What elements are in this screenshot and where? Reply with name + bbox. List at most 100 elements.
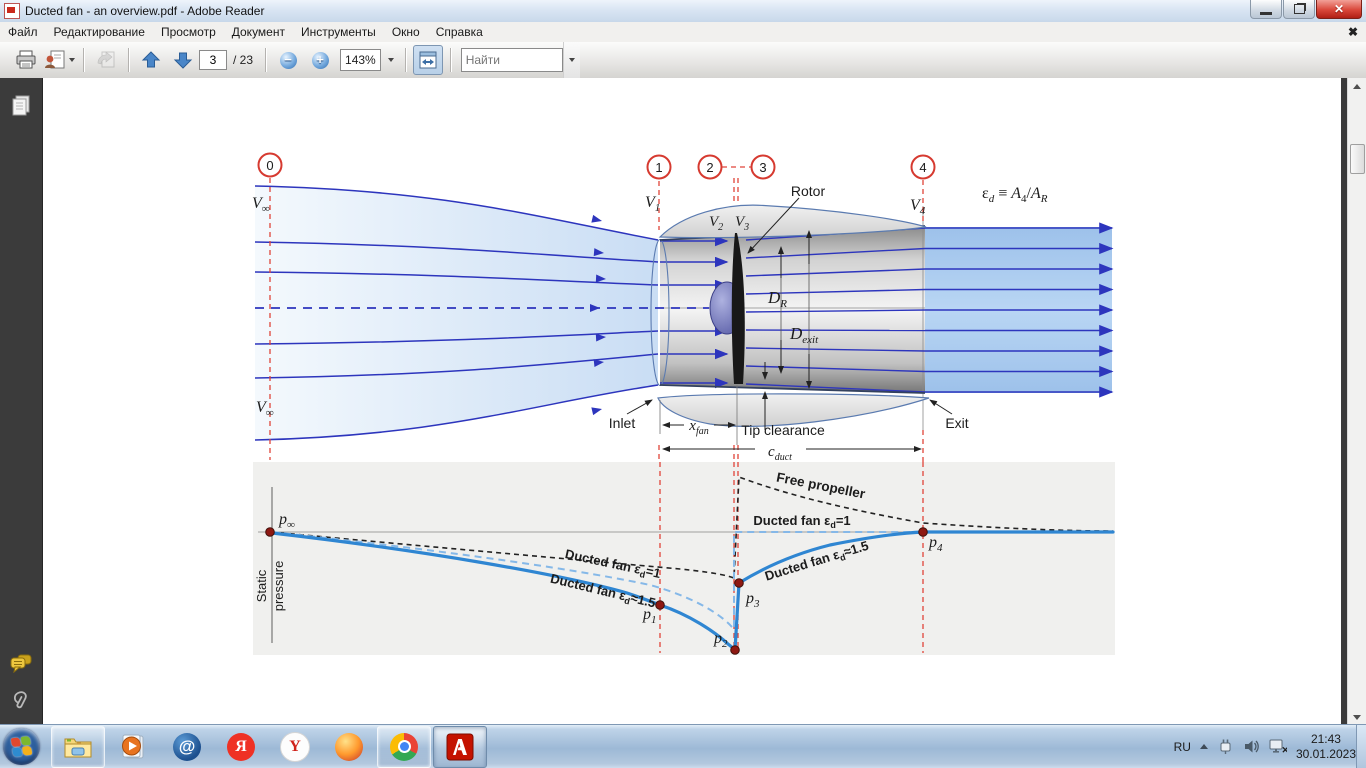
clock[interactable]: 21:43 30.01.2023 — [1296, 732, 1356, 762]
taskbar-firefox-button[interactable] — [323, 727, 375, 767]
search-input[interactable] — [462, 53, 562, 67]
menu-tools[interactable]: Инструменты — [293, 23, 384, 41]
windows-logo-icon — [11, 736, 32, 757]
comments-icon — [9, 653, 33, 673]
mailru-agent-icon: @ — [173, 733, 201, 761]
page-count-label: / 23 — [233, 53, 253, 67]
close-icon: ✕ — [1334, 3, 1344, 15]
v1-label: V1 — [645, 194, 660, 214]
adobe-reader-icon — [446, 733, 474, 761]
y-axis-label-1: Static — [254, 569, 269, 602]
pressure-plot-background — [253, 462, 1115, 655]
zoom-dropdown-button[interactable] — [382, 45, 398, 75]
taskbar-mailru-button[interactable]: @ — [161, 727, 213, 767]
printer-icon — [15, 50, 37, 70]
vertical-scrollbar[interactable] — [1347, 78, 1366, 725]
svg-text:0: 0 — [266, 158, 273, 173]
zoom-dropdown-caret — [388, 58, 394, 62]
zoom-in-icon: + — [312, 52, 329, 69]
scrollbar-thumb[interactable] — [1350, 144, 1365, 174]
document-page: 0 1 2 3 4 — [43, 78, 1341, 725]
menu-view[interactable]: Просмотр — [153, 23, 224, 41]
menu-bar: Файл Редактирование Просмотр Документ Ин… — [0, 22, 1366, 43]
show-desktop-button[interactable] — [1356, 725, 1366, 768]
attachments-panel-button[interactable] — [0, 687, 42, 711]
svg-text:2: 2 — [706, 160, 713, 175]
menu-help[interactable]: Справка — [428, 23, 491, 41]
taskbar-explorer-button[interactable] — [51, 726, 105, 768]
taskbar-yandex-button[interactable]: Я — [215, 727, 267, 767]
system-tray: RU ✕ 21:43 30.01.2023 — [1174, 725, 1356, 768]
menu-edit[interactable]: Редактирование — [46, 23, 153, 41]
start-button[interactable] — [3, 728, 40, 765]
taskbar-media-player-button[interactable] — [107, 727, 159, 767]
yandex-icon: Я — [227, 733, 255, 761]
svg-text:3: 3 — [759, 160, 766, 175]
menu-window[interactable]: Окно — [384, 23, 428, 41]
toolbar: / 23 − + 143% — [0, 42, 1366, 79]
next-page-button[interactable] — [168, 45, 198, 75]
chrome-icon — [390, 733, 418, 761]
title-bar: Ducted fan - an overview.pdf - Adobe Rea… — [0, 0, 1366, 23]
explorer-icon — [63, 734, 93, 760]
ducted-fan-figure: 0 1 2 3 4 — [42, 78, 1348, 725]
rotor-label: Rotor — [791, 183, 826, 199]
arrow-down-icon — [173, 50, 193, 70]
fit-width-button[interactable] — [413, 45, 443, 75]
pages-panel-button[interactable] — [0, 94, 42, 118]
tray-time: 21:43 — [1296, 732, 1356, 747]
station-markers: 0 1 2 3 4 — [259, 154, 935, 179]
epsilon-formula-label: εd ≡ A4/AR — [982, 185, 1048, 205]
streamtube-fill — [255, 186, 658, 440]
comments-panel-button[interactable] — [0, 653, 42, 673]
previous-page-button[interactable] — [136, 45, 166, 75]
tray-date: 30.01.2023 — [1296, 747, 1356, 762]
sign-document-icon — [44, 50, 66, 70]
close-button[interactable]: ✕ — [1316, 0, 1362, 19]
pages-icon — [10, 94, 32, 118]
ducted-fan-eps1-horizontal-label: Ducted fan εd=1 — [753, 513, 850, 530]
sign-button[interactable] — [43, 45, 76, 75]
network-icon[interactable]: ✕ — [1269, 738, 1287, 755]
svg-text:4: 4 — [919, 160, 926, 175]
scroll-up-icon — [1353, 84, 1361, 89]
window-title: Ducted fan - an overview.pdf - Adobe Rea… — [25, 4, 264, 18]
restore-button[interactable] — [1283, 0, 1315, 19]
zoom-level-box[interactable]: 143% — [340, 49, 381, 71]
navigation-sidebar — [0, 78, 43, 725]
scroll-down-button[interactable] — [1348, 709, 1366, 725]
svg-text:✕: ✕ — [1281, 745, 1287, 755]
scroll-down-icon — [1353, 715, 1361, 720]
adobe-reader-window: Ducted fan - an overview.pdf - Adobe Rea… — [0, 0, 1366, 768]
zoom-level-value: 143% — [345, 53, 376, 67]
svg-text:1: 1 — [655, 160, 662, 175]
taskbar-yandex-browser-button[interactable]: Y — [269, 727, 321, 767]
media-player-icon — [118, 733, 148, 761]
menu-file[interactable]: Файл — [0, 23, 46, 41]
hidden-icons-arrow[interactable] — [1200, 744, 1208, 749]
zoom-in-button[interactable]: + — [305, 45, 335, 75]
menu-document[interactable]: Документ — [224, 23, 293, 41]
search-options-button[interactable] — [563, 42, 580, 78]
language-indicator[interactable]: RU — [1174, 740, 1191, 754]
print-button[interactable] — [11, 45, 41, 75]
power-plug-icon[interactable] — [1217, 738, 1234, 755]
taskbar-chrome-button[interactable] — [377, 726, 431, 768]
volume-icon[interactable] — [1243, 738, 1260, 755]
minimize-button[interactable] — [1250, 0, 1282, 19]
minimize-icon — [1260, 12, 1272, 15]
taskbar-adobe-reader-button[interactable] — [433, 726, 487, 768]
page-number-input[interactable] — [199, 50, 227, 70]
paperclip-icon — [11, 687, 31, 711]
inlet-label: Inlet — [609, 415, 636, 431]
zoom-out-button[interactable]: − — [273, 45, 303, 75]
close-document-icon[interactable]: ✖ — [1348, 25, 1358, 39]
share-button-disabled[interactable] — [91, 45, 121, 75]
restore-icon — [1294, 4, 1305, 14]
y-axis-label-2: pressure — [271, 561, 286, 612]
scroll-up-button[interactable] — [1348, 78, 1366, 94]
y-browser-icon: Y — [280, 732, 310, 762]
sign-dropdown-caret — [69, 58, 75, 62]
taskbar: @ Я Y RU — [0, 724, 1366, 768]
c-duct-label: cduct — [768, 444, 792, 463]
